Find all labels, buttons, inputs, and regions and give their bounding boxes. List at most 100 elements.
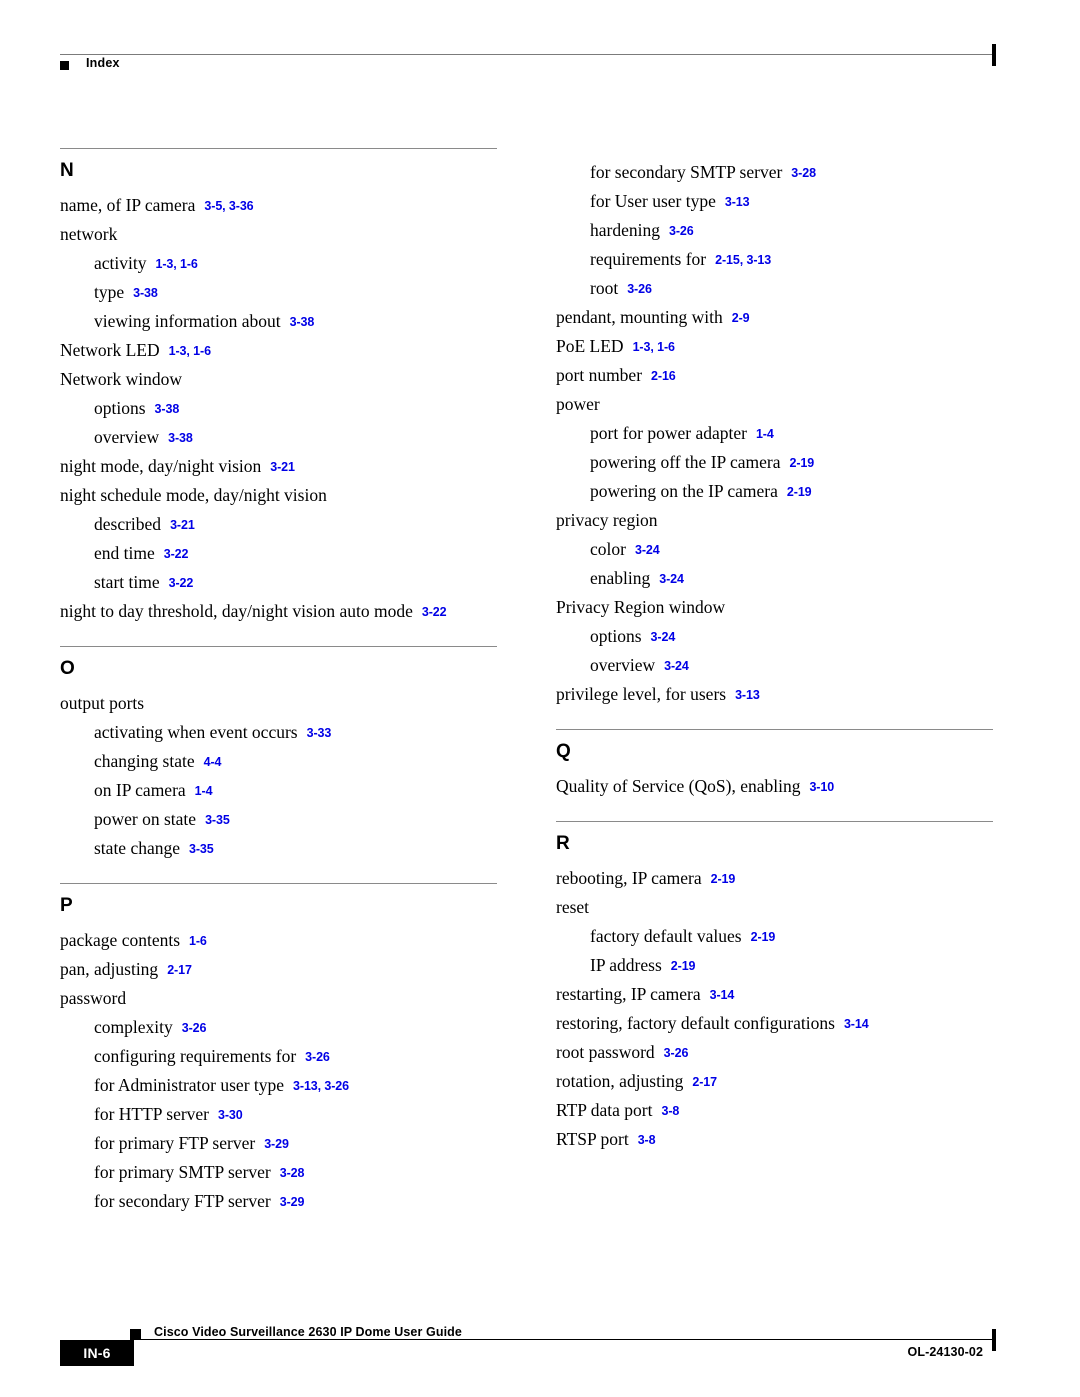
index-page-reference[interactable]: 3-22 <box>169 576 194 590</box>
index-section: for secondary SMTP server 3-28 for User us… <box>556 163 993 729</box>
index-section: Q Quality of Service (QoS), enabling 3-10 <box>556 729 993 821</box>
index-entry: type 3-38 <box>60 283 497 302</box>
index-entry: privacy region <box>556 511 993 530</box>
index-page-reference[interactable]: 3-38 <box>168 431 193 445</box>
index-page-reference[interactable]: 3-8 <box>638 1133 656 1147</box>
section-entries: output ports activating when event occurs… <box>60 692 497 858</box>
index-page-reference[interactable]: 3-35 <box>189 842 214 856</box>
index-entry-term: night to day threshold, day/night vision… <box>60 600 413 621</box>
index-page-reference[interactable]: 3-26 <box>182 1021 207 1035</box>
index-page-reference[interactable]: 2-19 <box>787 485 812 499</box>
index-entry-term: rebooting, IP camera <box>556 867 702 888</box>
index-entry-term: privilege level, for users <box>556 684 727 704</box>
index-entry-term: output ports <box>60 692 145 713</box>
footer-divider <box>130 1339 995 1340</box>
section-entries: for secondary SMTP server 3-28 for User us… <box>556 163 993 704</box>
section-letter: Q <box>556 741 571 762</box>
index-entry-term: hardening <box>590 220 660 240</box>
page-title: Index <box>86 56 120 70</box>
index-page-reference[interactable]: 3-28 <box>791 166 816 180</box>
index-page-reference[interactable]: 3-13 <box>735 688 760 702</box>
index-page-reference[interactable]: 3-10 <box>809 780 834 794</box>
index-entry-term: Network LED <box>60 339 160 360</box>
index-entry-term: root <box>590 278 619 298</box>
index-entry-term: Network window <box>60 368 182 389</box>
index-page-reference[interactable]: 3-22 <box>164 547 189 561</box>
index-page-reference[interactable]: 3-35 <box>205 813 230 827</box>
index-entry: network <box>60 225 497 244</box>
index-page-reference[interactable]: 3-26 <box>664 1046 689 1060</box>
index-entry: described 3-21 <box>60 515 497 534</box>
index-page-reference[interactable]: 2-19 <box>711 872 736 886</box>
index-page-reference[interactable]: 3-14 <box>710 988 735 1002</box>
document-id: OL-24130-02 <box>907 1345 983 1359</box>
index-column-left: Nname, of IP camera 3-5, 3-36 network activ… <box>60 148 497 1222</box>
index-entry: for User user type 3-13 <box>556 192 993 211</box>
index-page-reference[interactable]: 4-4 <box>204 755 222 769</box>
index-page-reference[interactable]: 2-19 <box>751 930 776 944</box>
index-page-reference[interactable]: 3-8 <box>661 1104 679 1118</box>
index-page-reference[interactable]: 3-13 <box>725 195 750 209</box>
index-page-reference[interactable]: 1-4 <box>195 784 213 798</box>
index-section: Ppackage contents 1-6 pan, adjusting 2-17 pa… <box>60 882 497 1211</box>
guide-title: Cisco Video Surveillance 2630 IP Dome Us… <box>154 1325 462 1339</box>
index-entry: night to day threshold, day/night vision… <box>60 600 497 621</box>
index-entry: end time 3-22 <box>60 544 497 563</box>
index-page-reference[interactable]: 2-9 <box>732 311 750 325</box>
index-page-reference[interactable]: 1-3, 1-6 <box>155 257 197 271</box>
index-entry-term: on IP camera <box>94 779 186 800</box>
index-entry: RTSP port 3-8 <box>556 1128 993 1149</box>
index-page-reference[interactable]: 3-21 <box>270 460 295 474</box>
index-page-reference[interactable]: 3-38 <box>290 315 315 329</box>
index-entry: password <box>60 989 497 1008</box>
index-entry: output ports <box>60 692 497 713</box>
index-page-reference[interactable]: 3-22 <box>422 605 447 619</box>
index-entry: root 3-26 <box>556 278 993 298</box>
index-entry: name, of IP camera 3-5, 3-36 <box>60 196 497 215</box>
index-page-reference[interactable]: 2-17 <box>167 963 192 977</box>
index-entry: night mode, day/night vision 3-21 <box>60 455 497 476</box>
index-page-reference[interactable]: 2-19 <box>671 959 696 973</box>
index-page-reference[interactable]: 3-28 <box>280 1166 305 1180</box>
index-page-reference[interactable]: 3-38 <box>155 402 180 416</box>
index-page-reference[interactable]: 3-13, 3-26 <box>293 1079 349 1093</box>
index-page-reference[interactable]: 3-38 <box>133 286 158 300</box>
index-page-reference[interactable]: 3-33 <box>307 726 332 740</box>
index-page-reference[interactable]: 3-29 <box>280 1195 305 1209</box>
index-page-reference[interactable]: 1-4 <box>756 427 774 441</box>
index-entry-term: power <box>556 394 600 414</box>
index-page-reference[interactable]: 2-17 <box>692 1075 717 1089</box>
index-page-reference[interactable]: 3-30 <box>218 1108 243 1122</box>
index-page-reference[interactable]: 1-6 <box>189 934 207 948</box>
index-entry-term: configuring requirements for <box>94 1045 297 1066</box>
index-page-reference[interactable]: 3-14 <box>844 1017 869 1031</box>
index-entry: privilege level, for users 3-13 <box>556 684 993 704</box>
index-page-reference[interactable]: 3-24 <box>635 543 660 557</box>
index-page: Index Nname, of IP camera 3-5, 3-36 networ… <box>0 0 1080 1397</box>
index-page-reference[interactable]: 3-26 <box>305 1050 330 1064</box>
page-number: IN-6 <box>83 1345 111 1361</box>
index-page-reference[interactable]: 1-3, 1-6 <box>169 344 211 358</box>
section-entries: package contents 1-6 pan, adjusting 2-17 pas… <box>60 931 497 1211</box>
index-page-reference[interactable]: 3-26 <box>669 224 694 238</box>
index-entry: for primary SMTP server 3-28 <box>60 1163 497 1182</box>
index-page-reference[interactable]: 3-29 <box>264 1137 289 1151</box>
index-page-reference[interactable]: 1-3, 1-6 <box>633 340 675 354</box>
index-entry: package contents 1-6 <box>60 931 497 950</box>
index-page-reference[interactable]: 2-15, 3-13 <box>715 253 771 267</box>
index-page-reference[interactable]: 2-16 <box>651 369 676 383</box>
square-bullet-icon <box>60 61 69 70</box>
index-entry-term: for HTTP server <box>94 1103 210 1124</box>
index-page-reference[interactable]: 3-24 <box>664 659 689 673</box>
index-page-reference[interactable]: 3-24 <box>659 572 684 586</box>
index-page-reference[interactable]: 3-24 <box>651 630 676 644</box>
index-page-reference[interactable]: 3-26 <box>627 282 652 296</box>
index-page-reference[interactable]: 3-5, 3-36 <box>204 199 253 213</box>
index-entry-term: restoring, factory default configuration… <box>556 1012 835 1033</box>
index-page-reference[interactable]: 2-19 <box>789 456 814 470</box>
index-entry-term: night mode, day/night vision <box>60 455 262 476</box>
index-page-reference[interactable]: 3-21 <box>170 518 195 532</box>
index-entry-term: RTSP port <box>556 1128 629 1149</box>
index-entry: overview 3-24 <box>556 656 993 675</box>
